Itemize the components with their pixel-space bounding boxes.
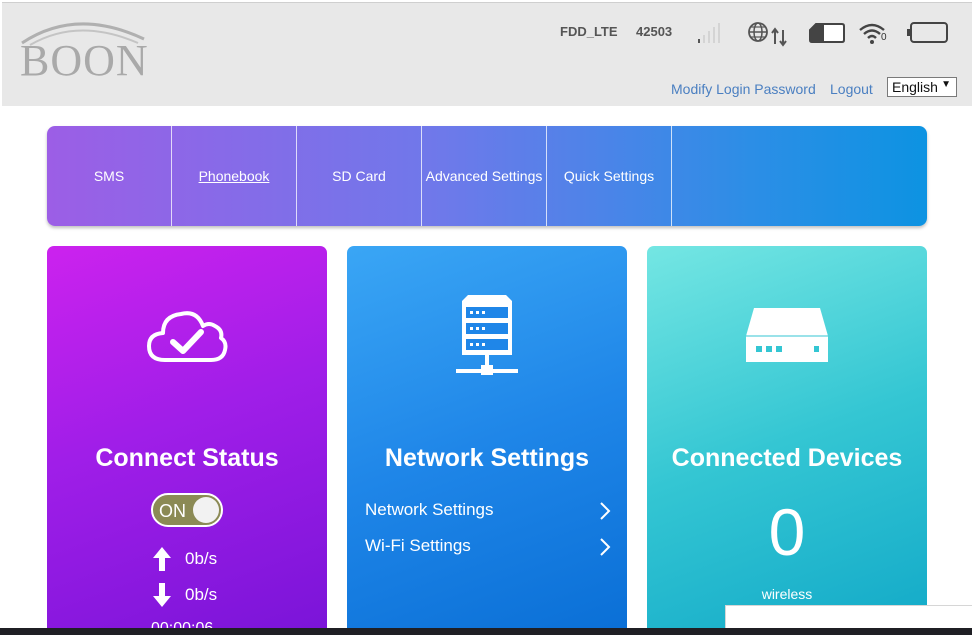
- nav-item-label: Phonebook: [198, 168, 270, 184]
- server-rack-icon: [347, 286, 627, 386]
- toggle-label: ON: [159, 501, 186, 521]
- status-bar: FDD_LTE 42503 0: [2, 17, 972, 51]
- nav-item-quick-settings[interactable]: Quick Settings: [547, 126, 672, 226]
- network-settings-title: Network Settings: [384, 444, 590, 472]
- nav-item-label: Quick Settings: [563, 168, 655, 184]
- download-rate: 0b/s: [151, 581, 271, 611]
- toggle-knob: [193, 497, 219, 523]
- language-select-value: English: [892, 79, 938, 95]
- language-select[interactable]: English ▼: [887, 77, 957, 97]
- cloud-check-icon: [47, 286, 327, 386]
- wireless-label: wireless: [761, 586, 813, 602]
- sim-card-icon: [809, 23, 845, 43]
- nav-item-sd-card[interactable]: SD Card: [297, 126, 422, 226]
- popup-panel: [725, 605, 972, 629]
- upload-rate-value: 0b/s: [185, 549, 218, 568]
- upload-rate: 0b/s: [151, 545, 271, 575]
- globe-updown-icon: [748, 22, 787, 47]
- download-arrow-icon: [153, 583, 171, 607]
- chevron-right-icon: [600, 538, 611, 556]
- link-label: Network Settings: [365, 500, 494, 519]
- network-type-label: FDD_LTE: [560, 24, 618, 39]
- chevron-right-icon: [600, 502, 611, 520]
- nav-item-label: SD Card: [332, 168, 386, 184]
- nav-item-phonebook[interactable]: Phonebook: [172, 126, 297, 226]
- network-settings-link[interactable]: Network Settings: [365, 498, 611, 524]
- network-settings-card: Network Settings Network Settings Wi-Fi …: [347, 246, 627, 635]
- main-nav: SMS Phonebook SD Card Advanced Settings …: [47, 126, 927, 226]
- wifi-client-count: 0: [881, 32, 887, 43]
- operator-code-label: 42503: [636, 24, 673, 39]
- wifi-settings-link[interactable]: Wi-Fi Settings: [365, 534, 611, 560]
- connect-status-card: Connect Status ON 0b/s 0b/s 00:00:06: [47, 246, 327, 635]
- nav-item-advanced-settings[interactable]: Advanced Settings: [422, 126, 547, 226]
- nav-item-label: SMS: [93, 168, 125, 184]
- router-icon: [647, 286, 927, 386]
- logout-link[interactable]: Logout: [830, 81, 873, 97]
- dropdown-caret-icon: ▼: [941, 79, 951, 90]
- taskbar-strip: [0, 628, 972, 635]
- upload-arrow-icon: [153, 547, 171, 571]
- header-bar: BOON FDD_LTE 42503 0 Modify Login Passwo…: [2, 2, 972, 106]
- connect-status-title: Connect Status: [95, 444, 279, 472]
- modify-password-link[interactable]: Modify Login Password: [671, 81, 816, 97]
- header-links: Modify Login Password Logout English ▼: [2, 77, 972, 101]
- nav-item-label: Advanced Settings: [425, 168, 543, 184]
- connected-devices-title: Connected Devices: [671, 444, 903, 472]
- nav-item-sms[interactable]: SMS: [47, 126, 172, 226]
- device-count-value: 0: [768, 495, 806, 569]
- connection-toggle[interactable]: ON: [151, 493, 223, 527]
- download-rate-value: 0b/s: [185, 585, 218, 604]
- connected-devices-card: Connected Devices 0 wireless: [647, 246, 927, 635]
- link-label: Wi-Fi Settings: [365, 536, 471, 555]
- battery-icon: [907, 22, 948, 43]
- signal-bars-icon: [698, 23, 720, 43]
